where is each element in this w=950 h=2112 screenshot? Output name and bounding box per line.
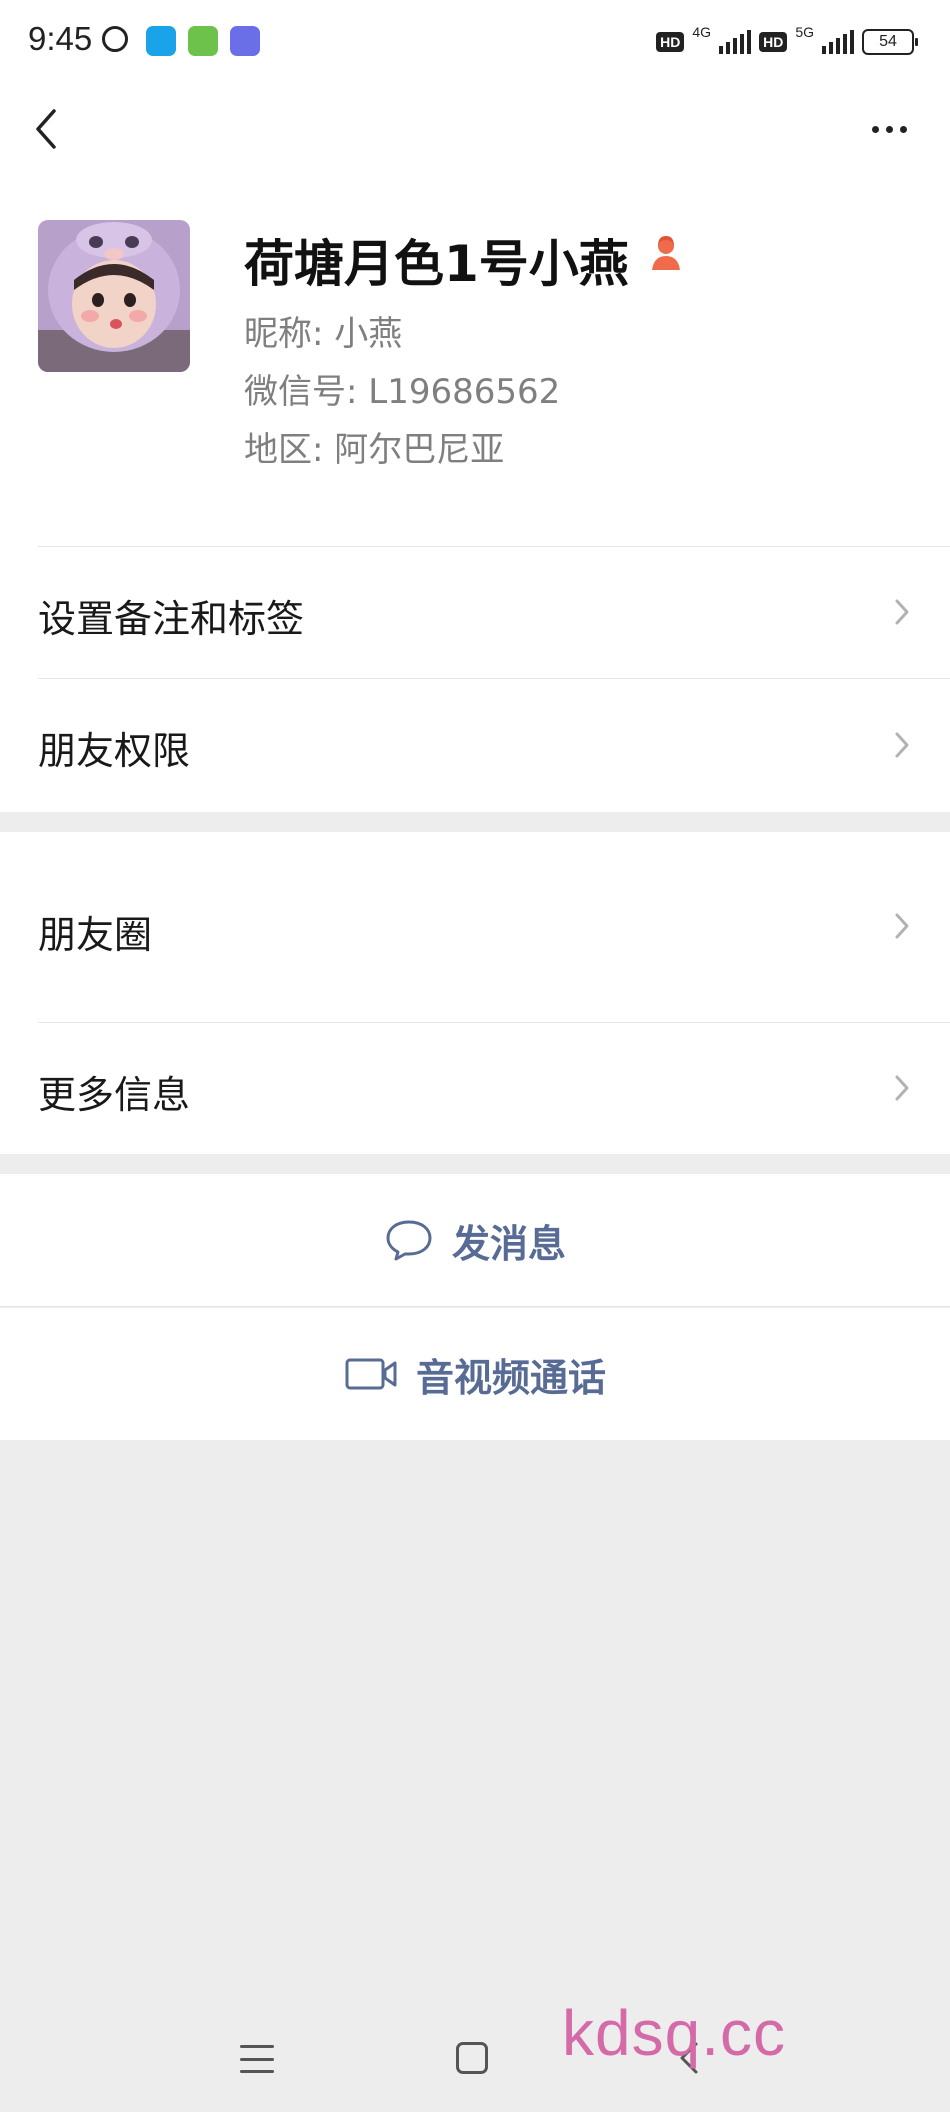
signal-strength-icon [822, 30, 854, 54]
app-store-icon [230, 26, 260, 56]
recent-apps-button[interactable] [240, 2042, 274, 2076]
more-dots-icon [871, 125, 879, 133]
region-value: 阿尔巴尼亚 [334, 430, 505, 470]
top-navigation [0, 84, 950, 204]
profile-header: 荷塘月色1号小燕 昵称: 小燕 微信号: L19686562 地区: 阿尔巴尼亚 [0, 204, 950, 546]
menu-icon [240, 2070, 274, 2073]
chat-bubble-icon [386, 1220, 432, 1261]
hd-badge: HD [759, 32, 788, 52]
menu-icon [240, 2057, 274, 2061]
remark-and-tags-label: 设置备注和标签 [38, 597, 305, 641]
avatar-image [38, 220, 190, 372]
watermark: kdsq.cc [562, 1997, 786, 2069]
video-camera-icon [345, 1358, 397, 1390]
status-time: 9:45 [28, 20, 93, 57]
nickname-value: 小燕 [334, 314, 403, 354]
back-button[interactable] [28, 104, 78, 154]
divider [38, 546, 950, 547]
nickname-label: 昵称: [244, 314, 324, 354]
home-button[interactable] [456, 2042, 488, 2074]
more-dots-icon [899, 125, 907, 133]
wechat-id-value[interactable]: L19686562 [368, 372, 560, 412]
more-options-button[interactable] [864, 118, 914, 140]
chevron-right-icon [895, 732, 909, 758]
friend-permissions-label: 朋友权限 [38, 729, 191, 773]
divider [38, 1022, 950, 1023]
female-person-icon [652, 236, 680, 270]
more-info-item[interactable]: 更多信息 [0, 1022, 950, 1154]
friend-permissions-item[interactable]: 朋友权限 [0, 678, 950, 812]
region-row: 地区: 阿尔巴尼亚 [244, 422, 504, 471]
wechat-id-label: 微信号: [244, 372, 358, 412]
chevron-right-icon [895, 913, 909, 939]
avatar[interactable] [38, 220, 190, 372]
divider [38, 678, 950, 679]
remark-name: 荷塘月色1号小燕 [244, 235, 629, 293]
system-navigation-bar [0, 2010, 950, 2112]
send-message-label: 发消息 [451, 1221, 566, 1266]
network-type-label: 5G [795, 24, 814, 40]
more-dots-icon [885, 125, 893, 133]
remark-and-tags-item[interactable]: 设置备注和标签 [0, 546, 950, 678]
send-message-button[interactable]: 发消息 [0, 1174, 950, 1306]
chevron-right-icon [895, 599, 909, 625]
system-indicators: HD 4G HD 5G 54 [656, 24, 918, 60]
signal-strength-icon [719, 30, 752, 54]
moments-item[interactable]: 朋友圈 [0, 832, 950, 1022]
region-label: 地区: [244, 430, 324, 470]
wechat-id-row: 微信号: L19686562 [244, 364, 560, 413]
video-call-button[interactable]: 音视频通话 [0, 1308, 950, 1440]
app-notification-icon [146, 26, 176, 56]
video-call-label: 音视频通话 [415, 1355, 606, 1400]
more-info-label: 更多信息 [38, 1073, 191, 1117]
alarm-icon [102, 26, 128, 52]
battery-indicator: 54 [862, 29, 918, 55]
download-app-icon [188, 26, 218, 56]
status-bar: 9:45 HD 4G HD 5G 54 [0, 0, 950, 84]
menu-icon [240, 2045, 274, 2048]
hd-badge: HD [656, 32, 685, 52]
chevron-right-icon [895, 1075, 909, 1101]
moments-label: 朋友圈 [38, 913, 153, 957]
divider [0, 1306, 950, 1307]
network-type-label: 4G [692, 24, 712, 40]
back-arrow-icon [36, 109, 56, 149]
nickname-row: 昵称: 小燕 [244, 306, 402, 355]
